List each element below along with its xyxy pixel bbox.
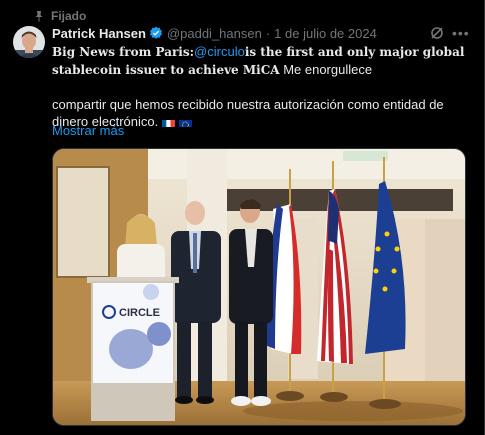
pinned-indicator: Fijado bbox=[33, 8, 86, 24]
pinned-label: Fijado bbox=[51, 9, 87, 23]
avatar[interactable] bbox=[13, 26, 45, 58]
mention-link[interactable]: @circulo bbox=[194, 44, 245, 59]
text-line-2: stablecoin issuer to achieve MiCA Me eno… bbox=[52, 61, 472, 79]
flag-eu-icon bbox=[179, 117, 193, 127]
flag-france-icon bbox=[162, 117, 176, 127]
event-photo: CIRCLE bbox=[53, 149, 465, 425]
text-bold-2: is the first and only major global bbox=[244, 45, 465, 59]
tweet-text: Big News from Paris:@circulois the first… bbox=[52, 43, 472, 130]
tweet[interactable]: Fijado Patrick Hansen @paddi_hansen · 1 … bbox=[0, 0, 485, 435]
tweet-media[interactable]: CIRCLE bbox=[52, 148, 466, 426]
tweet-date[interactable]: 1 de julio de 2024 bbox=[274, 26, 377, 41]
podium-brand: CIRCLE bbox=[119, 307, 160, 319]
pin-icon bbox=[35, 11, 43, 22]
text-plain-1: Me enorgullece bbox=[279, 62, 373, 77]
author-handle[interactable]: @paddi_hansen bbox=[167, 26, 262, 41]
more-icon[interactable]: ••• bbox=[452, 26, 469, 40]
author-name[interactable]: Patrick Hansen bbox=[52, 26, 146, 41]
text-line-1: Big News from Paris:@circulois the first… bbox=[52, 43, 472, 61]
avatar-image bbox=[13, 26, 45, 58]
text-plain-2: compartir que hemos recibido nuestra aut… bbox=[52, 97, 444, 112]
text-bold-1: Big News from Paris: bbox=[52, 45, 195, 59]
grok-icon[interactable] bbox=[430, 26, 444, 40]
tweet-header: Patrick Hansen @paddi_hansen · 1 de juli… bbox=[52, 24, 377, 42]
text-bold-3: stablecoin issuer to achieve MiCA bbox=[52, 63, 280, 77]
verified-badge-icon[interactable] bbox=[149, 26, 163, 40]
show-more-link[interactable]: Mostrar más bbox=[52, 123, 124, 138]
header-separator: · bbox=[265, 25, 271, 41]
